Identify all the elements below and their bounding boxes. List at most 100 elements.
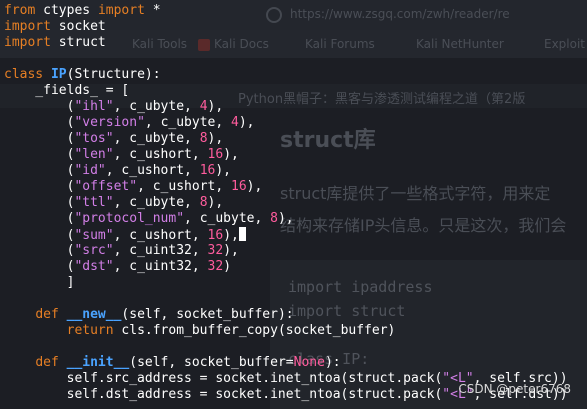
code-text: , xyxy=(113,99,130,114)
field-entry: ("ihl", c_ubyte, 4), xyxy=(4,99,568,115)
field-bits: 4 xyxy=(199,99,208,114)
code-text: (self, socket_buffer= xyxy=(129,355,294,370)
code-text: cls.from_buffer_copy(socket_buffer) xyxy=(113,323,396,338)
text-cursor xyxy=(238,227,246,241)
code-text: , xyxy=(113,228,130,243)
field-name: "tos" xyxy=(74,131,114,146)
code-text: ), xyxy=(223,147,239,162)
field-bits: 8 xyxy=(270,211,278,226)
watermark: CSDN @peter6768 xyxy=(458,382,571,396)
field-bits: 16 xyxy=(207,228,224,243)
code-text: * xyxy=(144,3,161,18)
field-type: c_ubyte xyxy=(129,99,185,114)
field-name: "protocol_num" xyxy=(74,211,185,226)
keyword: def xyxy=(35,355,59,370)
code-text: , xyxy=(144,115,161,130)
field-name: "src" xyxy=(74,243,114,258)
field-type: c_ubyte xyxy=(129,131,185,146)
field-type: c_ushort xyxy=(129,228,192,243)
code-text: ), xyxy=(207,99,224,114)
code-text: , xyxy=(215,115,232,130)
code-text: socket xyxy=(50,19,106,34)
code-text: , xyxy=(113,195,130,210)
field-entry: ("len", c_ushort, 16), xyxy=(4,147,568,163)
field-bits: 32 xyxy=(207,243,224,258)
code-text: (self, socket_buffer): xyxy=(121,307,294,322)
field-type: c_ushort xyxy=(129,147,192,162)
code-text: , xyxy=(254,211,271,226)
code-indent: ( xyxy=(4,228,75,243)
field-bits: 8 xyxy=(199,195,208,210)
keyword: def xyxy=(35,307,59,322)
code-text: , xyxy=(191,147,208,162)
code-indent: ( xyxy=(4,99,75,114)
code-text: ) xyxy=(223,259,232,274)
keyword: import xyxy=(4,19,51,34)
code-text: , xyxy=(184,195,200,210)
code-line: _fields_ = [ xyxy=(4,83,130,98)
field-type: c_uint32 xyxy=(129,259,192,274)
field-name: "ttl" xyxy=(74,195,114,210)
field-name: "sum" xyxy=(74,228,114,243)
field-type: c_ushort xyxy=(121,163,185,178)
code-indent: ( xyxy=(4,179,75,194)
code-text: ), xyxy=(207,195,224,210)
code-text: , xyxy=(113,147,130,162)
code-indent: ( xyxy=(4,115,75,130)
field-entry: ("src", c_uint32, 32), xyxy=(4,243,568,259)
code-text: , xyxy=(184,163,200,178)
field-type: c_ubyte xyxy=(160,115,216,130)
keyword: from xyxy=(4,3,36,18)
code-indent: ( xyxy=(4,243,75,258)
code-text: , xyxy=(191,259,208,274)
code-text: (Structure): xyxy=(66,67,161,82)
field-name: "version" xyxy=(74,115,145,130)
code-line: def __new__(self, socket_buffer): xyxy=(4,307,568,323)
none-literal: None xyxy=(293,355,325,370)
code-text: , xyxy=(184,99,200,114)
code-text: , xyxy=(113,259,130,274)
code-line: import struct xyxy=(4,35,568,51)
code-text: ), xyxy=(223,228,239,243)
field-bits: 4 xyxy=(231,115,239,130)
field-name: "ihl" xyxy=(74,99,114,114)
field-name: "id" xyxy=(74,163,106,178)
code-text: , xyxy=(113,243,130,258)
code-text: , xyxy=(215,179,232,194)
keyword: return xyxy=(66,323,114,338)
field-bits: 16 xyxy=(199,163,216,178)
code-text: self.dst_address = socket.inet_ntoa(stru… xyxy=(4,387,443,402)
field-type: c_uint32 xyxy=(129,243,192,258)
field-entry: ("dst", c_uint32, 32) xyxy=(4,259,568,275)
field-type: c_ubyte xyxy=(199,211,255,226)
field-entry: ("sum", c_ushort, 16), xyxy=(4,227,568,243)
code-text: ): xyxy=(324,355,341,370)
code-line: import socket xyxy=(4,19,568,35)
code-editor[interactable]: from ctypes import * import socket impor… xyxy=(4,3,568,403)
field-name: "dst" xyxy=(74,259,114,274)
field-entry: ("id", c_ushort, 16), xyxy=(4,163,568,179)
code-text: , xyxy=(184,211,200,226)
code-line: class IP(Structure): xyxy=(4,67,568,83)
code-text: , xyxy=(113,131,130,146)
code-indent: ( xyxy=(4,211,75,226)
field-type: c_ushort xyxy=(152,179,216,194)
code-text: ), xyxy=(223,243,239,258)
field-bits: 16 xyxy=(207,147,224,162)
field-entry: ("tos", c_ubyte, 8), xyxy=(4,131,568,147)
function-name: __new__ xyxy=(66,307,122,322)
code-text: ), xyxy=(207,131,224,146)
function-name: __init__ xyxy=(66,355,130,370)
code-text: self.src_address = socket.inet_ntoa(stru… xyxy=(4,371,443,386)
code-text: , xyxy=(191,228,208,243)
code-line: return cls.from_buffer_copy(socket_buffe… xyxy=(4,323,568,339)
field-entry: ("ttl", c_ubyte, 8), xyxy=(4,195,568,211)
code-line: from ctypes import * xyxy=(4,3,568,19)
field-name: "len" xyxy=(74,147,114,162)
